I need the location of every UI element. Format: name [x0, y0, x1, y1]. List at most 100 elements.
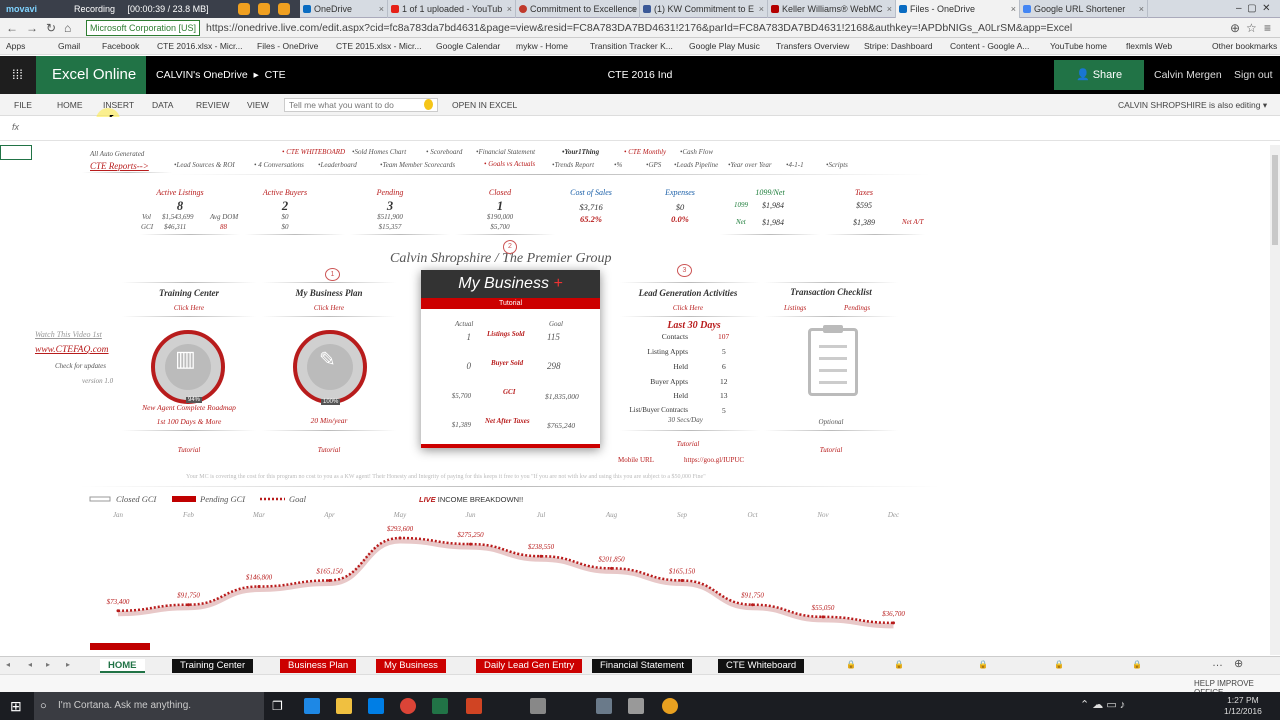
nav-gps[interactable]: •GPS: [646, 161, 661, 169]
vertical-scrollbar[interactable]: [1270, 145, 1280, 655]
bookmark-mykw[interactable]: mykw - Home: [516, 38, 568, 55]
nav-lead-sources[interactable]: •Lead Sources & ROI: [174, 161, 235, 169]
task-view-icon[interactable]: ❐: [272, 698, 283, 714]
back-icon[interactable]: ←: [6, 20, 18, 36]
tab-view[interactable]: VIEW: [247, 94, 269, 116]
file-explorer-icon[interactable]: [336, 698, 352, 714]
user-name[interactable]: Calvin Mergen: [1154, 56, 1222, 94]
formula-bar[interactable]: fx: [0, 117, 1280, 141]
nav-cte-whiteboard[interactable]: • CTE WHITEBOARD: [282, 148, 345, 156]
tell-me-input[interactable]: Tell me what you want to do: [284, 98, 438, 112]
my-business-card[interactable]: My Business + Tutorial Actual Goal 1 Lis…: [421, 270, 600, 448]
tab-commitment[interactable]: Commitment to Excellence ×: [516, 0, 640, 18]
locked-tab-icon[interactable]: 🔒: [894, 660, 904, 669]
document-title[interactable]: CTE 2016 Ind: [540, 56, 740, 94]
star-icon[interactable]: ☆: [1246, 20, 1257, 36]
sheet-tab-lead-gen[interactable]: Daily Lead Gen Entry: [476, 659, 583, 673]
locked-tab-icon[interactable]: 🔒: [846, 660, 856, 669]
last-sheet-icon[interactable]: ▸: [66, 660, 70, 669]
ctefaq-link[interactable]: www.CTEFAQ.com: [35, 345, 109, 355]
bookmark-apps[interactable]: Apps: [6, 38, 25, 55]
menu-icon[interactable]: ≡: [1264, 20, 1271, 36]
open-in-excel-button[interactable]: OPEN IN EXCEL: [452, 94, 517, 116]
coauthor-indicator[interactable]: CALVIN SHROPSHIRE is also editing ▾: [1118, 94, 1267, 116]
app-launcher-icon[interactable]: ⁞⁞⁞: [0, 56, 36, 94]
nav-cte-monthly[interactable]: • CTE Monthly: [624, 148, 666, 156]
training-center-link[interactable]: Click Here: [122, 304, 256, 312]
tab-data[interactable]: DATA: [152, 94, 173, 116]
movavi-icon[interactable]: [596, 698, 612, 714]
bookmark-files[interactable]: Files - OneDrive: [257, 38, 318, 55]
plan-tutorial-link[interactable]: Tutorial: [262, 446, 396, 454]
screenshot-icon[interactable]: [238, 3, 250, 15]
tab-youtube-upload[interactable]: 1 of 1 uploaded - YouTub ×: [388, 0, 516, 18]
sheet-tab-training[interactable]: Training Center: [172, 659, 254, 673]
checklist-tutorial-link[interactable]: Tutorial: [764, 446, 898, 454]
sheet-tab-whiteboard[interactable]: CTE Whiteboard: [718, 659, 805, 673]
mobile-url-link[interactable]: https://goo.gl/IUPUC: [684, 456, 744, 464]
share-button[interactable]: 👤 Share: [1054, 60, 1144, 90]
selected-cell[interactable]: [0, 145, 32, 160]
tab-home[interactable]: HOME: [57, 94, 83, 116]
nav-trends[interactable]: •Trends Report: [552, 161, 594, 169]
tab-kw-webmc[interactable]: Keller Williams® WebMC ×: [768, 0, 896, 18]
cte-reports-link[interactable]: CTE Reports-->: [90, 161, 149, 171]
app-icon[interactable]: [662, 698, 678, 714]
nav-goals-actuals[interactable]: • Goals vs Actuals: [484, 160, 535, 168]
bookmark-content[interactable]: Content - Google A...: [950, 38, 1029, 55]
clipboard-icon[interactable]: [808, 325, 858, 396]
tab-file[interactable]: FILE: [14, 94, 32, 116]
nav-year-over-year[interactable]: •Year over Year: [728, 161, 772, 169]
pause-icon[interactable]: [258, 3, 270, 15]
training-tutorial-link[interactable]: Tutorial: [122, 446, 256, 454]
sheet-tab-financial[interactable]: Financial Statement: [592, 659, 692, 673]
bookmark-stripe[interactable]: Stripe: Dashboard: [864, 38, 933, 55]
locked-tab-icon[interactable]: 🔒: [1054, 660, 1064, 669]
more-tabs-icon[interactable]: …: [1212, 657, 1223, 669]
bookmark-transfers[interactable]: Transfers Overview: [776, 38, 849, 55]
tab-kw-commitment[interactable]: (1) KW Commitment to E ×: [640, 0, 768, 18]
stop-icon[interactable]: [278, 3, 290, 15]
lead-gen-link[interactable]: Click Here: [618, 304, 758, 312]
my-business-tutorial-link[interactable]: Tutorial: [421, 298, 600, 309]
nav-leaderboard[interactable]: •Leaderboard: [318, 161, 357, 169]
checklist-pendings-link[interactable]: Pendings: [844, 304, 870, 312]
clock[interactable]: 1:27 PM 1/12/2016: [1224, 695, 1262, 717]
excel-icon[interactable]: [432, 698, 448, 714]
nav-team-scorecards[interactable]: •Team Member Scorecards: [380, 161, 455, 169]
tab-review[interactable]: REVIEW: [196, 94, 230, 116]
training-progress-ring[interactable]: ▥: [151, 330, 225, 404]
prev-sheet-icon[interactable]: ◂: [28, 660, 32, 669]
url-field[interactable]: https://onedrive.live.com/edit.aspx?cid=…: [206, 20, 1072, 36]
sheet-tab-home[interactable]: HOME: [100, 659, 145, 673]
powerpoint-icon[interactable]: [466, 698, 482, 714]
home-icon[interactable]: ⌂: [64, 20, 71, 36]
locked-tab-icon[interactable]: 🔒: [978, 660, 988, 669]
system-tray-icons[interactable]: ⌃ ☁ ▭ ♪: [1080, 698, 1125, 711]
bookmark-playmusic[interactable]: Google Play Music: [689, 38, 760, 55]
sheet-tab-my-business[interactable]: My Business: [376, 659, 446, 673]
nav-4-conversations[interactable]: • 4 Conversations: [254, 161, 304, 169]
lead-gen-tutorial-link[interactable]: Tutorial: [618, 440, 758, 448]
plan-progress-ring[interactable]: ✎: [293, 330, 367, 404]
bookmark-flexmls[interactable]: flexmls Web: [1126, 38, 1172, 55]
nav-leads-pipeline[interactable]: •Leads Pipeline: [674, 161, 718, 169]
locked-tab-icon[interactable]: 🔒: [1132, 660, 1142, 669]
windows-start-icon[interactable]: ⊞: [10, 698, 22, 714]
reload-icon[interactable]: ↻: [46, 20, 56, 36]
bookmark-facebook[interactable]: Facebook: [102, 38, 139, 55]
zoom-icon[interactable]: ⊕: [1230, 20, 1240, 36]
app-brand[interactable]: Excel Online: [36, 56, 146, 94]
tab-files-onedrive[interactable]: Files - OneDrive ×: [896, 0, 1020, 18]
nav-scripts[interactable]: •Scripts: [826, 161, 848, 169]
dropbox-icon[interactable]: [368, 698, 384, 714]
add-sheet-icon[interactable]: ⊕: [1234, 657, 1243, 670]
app-icon[interactable]: [530, 698, 546, 714]
sheet-tab-business-plan[interactable]: Business Plan: [280, 659, 357, 673]
bookmark-gmail[interactable]: Gmail: [58, 38, 80, 55]
business-plan-link[interactable]: Click Here: [262, 304, 396, 312]
breadcrumb-folder[interactable]: CTE: [265, 69, 286, 81]
first-sheet-icon[interactable]: ◂: [6, 660, 10, 669]
nav-your1thing[interactable]: •Your1Thing: [562, 148, 599, 156]
bookmark-cte2015[interactable]: CTE 2015.xlsx - Micr...: [336, 38, 422, 55]
